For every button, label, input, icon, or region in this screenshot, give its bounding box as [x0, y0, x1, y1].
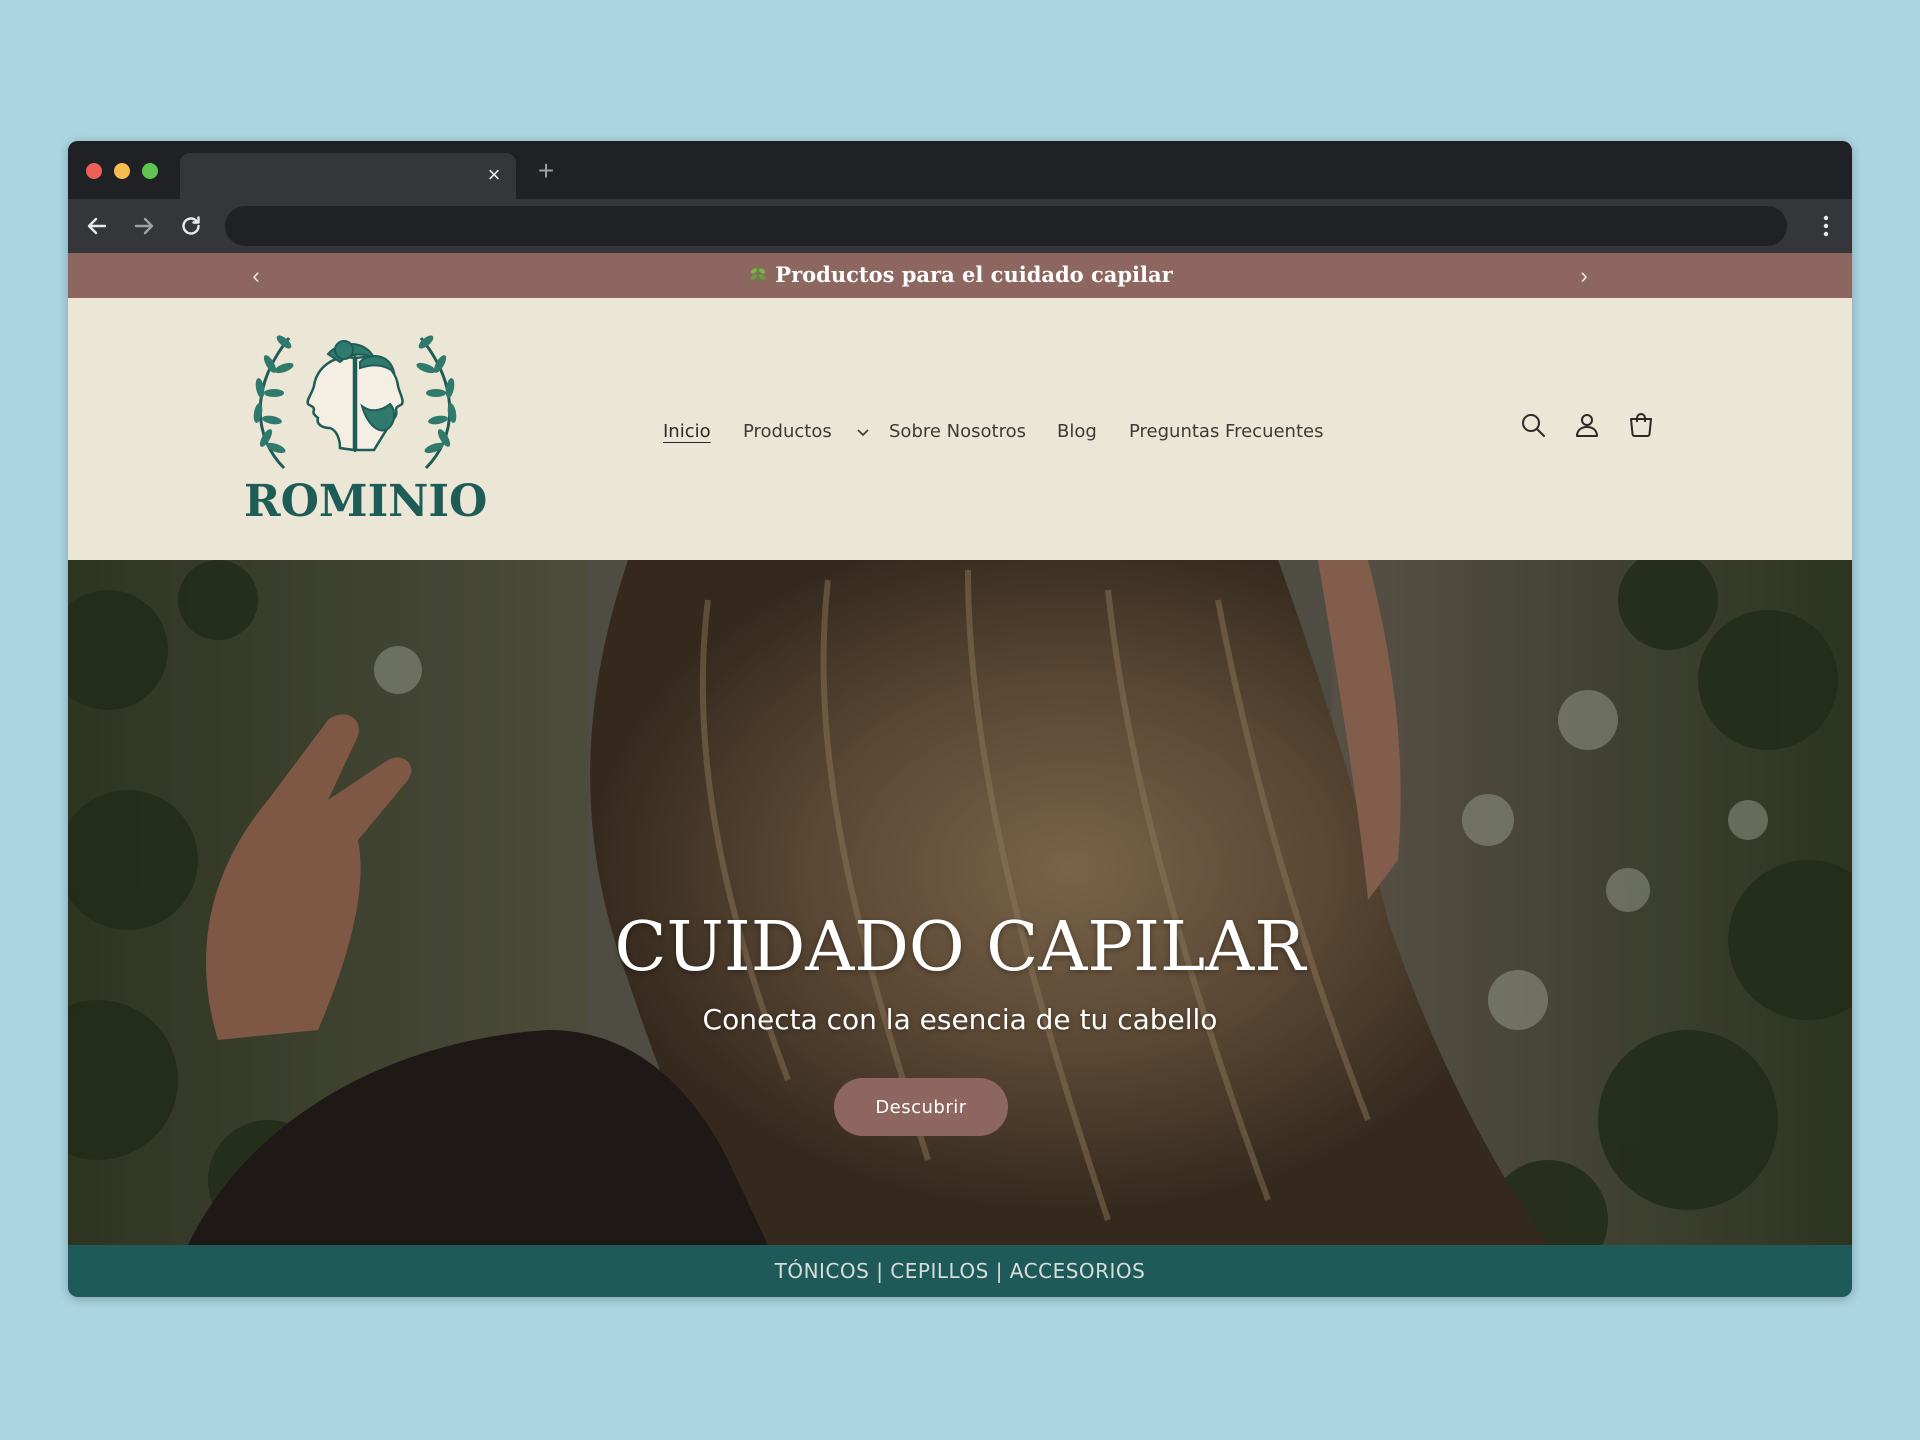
announcement-bar: ‹ Productos para el cuidado capilar ›	[68, 253, 1852, 298]
search-icon[interactable]	[1519, 411, 1547, 439]
browser-window: × + ‹ Productos para el cuidado capilar …	[68, 141, 1852, 1297]
hero-banner: CUIDADO CAPILAR Conecta con la esencia d…	[68, 560, 1852, 1245]
category-strip-text: TÓNICOS | CEPILLOS | ACCESORIOS	[774, 1259, 1146, 1283]
minimize-window-button[interactable]	[114, 163, 130, 179]
back-arrow-icon	[87, 217, 107, 235]
forward-arrow-icon	[134, 217, 154, 235]
leaf-icon	[751, 266, 766, 284]
announcement-text: Productos para el cuidado capilar	[775, 262, 1173, 287]
web-page: ‹ Productos para el cuidado capilar › RO…	[68, 253, 1852, 1297]
announcement-next-arrow-icon[interactable]: ›	[1572, 263, 1596, 289]
address-bar[interactable]	[225, 206, 1787, 246]
browser-tab[interactable]: ×	[180, 153, 516, 199]
account-icon[interactable]	[1573, 411, 1601, 439]
hero-subtitle: Conecta con la esencia de tu cabello	[702, 1003, 1218, 1036]
tab-close-icon[interactable]: ×	[482, 163, 506, 187]
site-header: ROMINIO Inicio Productos Sobre Nosotros …	[68, 298, 1852, 560]
nav-item-inicio[interactable]: Inicio	[663, 421, 711, 442]
maximize-window-button[interactable]	[142, 163, 158, 179]
browser-toolbar	[68, 199, 1852, 253]
category-strip: TÓNICOS | CEPILLOS | ACCESORIOS	[68, 1245, 1852, 1297]
nav-item-sobre-nosotros[interactable]: Sobre Nosotros	[889, 421, 1026, 442]
cart-icon[interactable]	[1627, 411, 1655, 439]
logo-emblem-icon	[253, 335, 457, 470]
rominio-logo[interactable]: ROMINIO	[244, 328, 488, 528]
chevron-down-icon[interactable]	[857, 429, 869, 437]
close-window-button[interactable]	[86, 163, 102, 179]
reload-icon	[182, 216, 200, 235]
nav-item-productos[interactable]: Productos	[743, 421, 832, 442]
logo-text: ROMINIO	[244, 476, 488, 527]
hero-title: CUIDADO CAPILAR	[614, 908, 1306, 987]
reload-button[interactable]	[176, 211, 206, 241]
nav-item-preguntas-frecuentes[interactable]: Preguntas Frecuentes	[1129, 421, 1323, 442]
forward-button[interactable]	[129, 211, 159, 241]
hero-background-image	[68, 560, 1852, 1245]
back-button[interactable]	[82, 211, 112, 241]
descubrir-button[interactable]: Descubrir	[834, 1078, 1008, 1136]
more-vert-icon	[1823, 215, 1829, 237]
nav-item-blog[interactable]: Blog	[1057, 421, 1097, 442]
browser-menu-button[interactable]	[1814, 211, 1838, 241]
new-tab-button[interactable]: +	[530, 155, 562, 187]
tab-strip: × +	[68, 141, 1852, 199]
